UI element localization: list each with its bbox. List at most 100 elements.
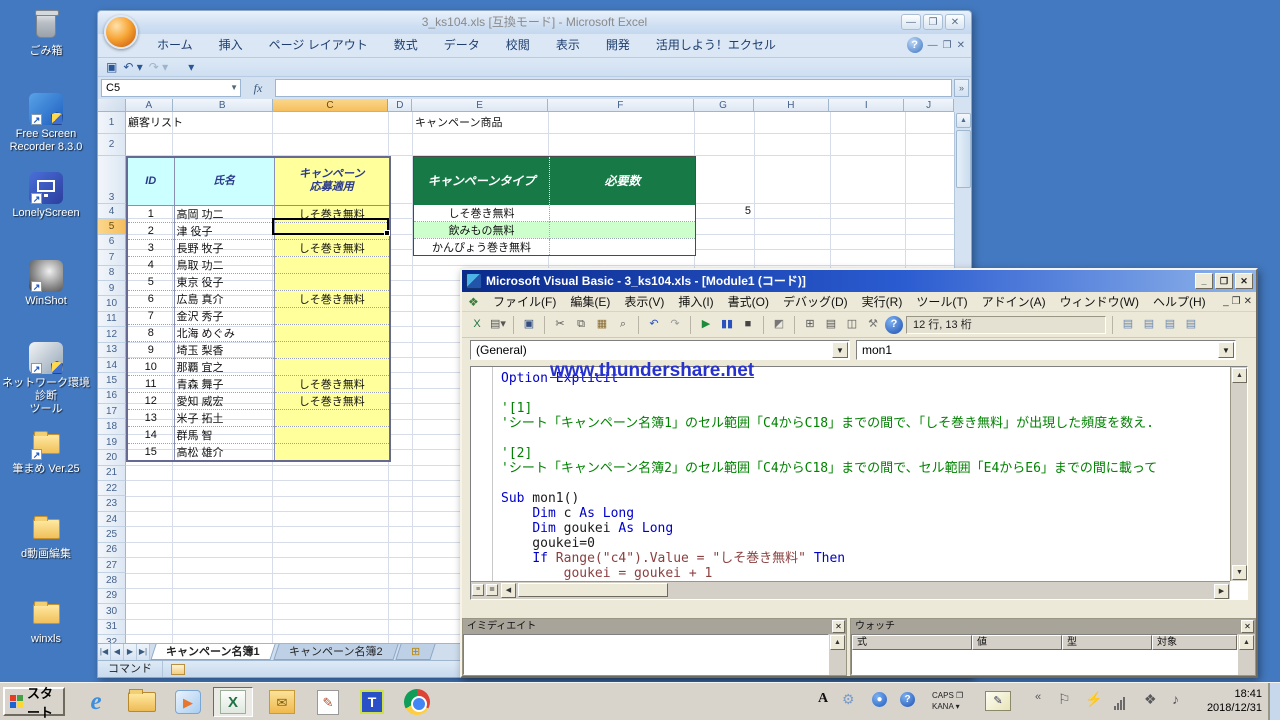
ribbon-tab-3[interactable]: ページ レイアウト bbox=[256, 34, 381, 57]
mdi-minimize-button[interactable]: _ bbox=[1223, 296, 1229, 307]
vba-menu-5[interactable]: 書式(O) bbox=[721, 295, 776, 309]
customer-cell[interactable]: 1 bbox=[127, 205, 174, 222]
immediate-body[interactable] bbox=[463, 634, 829, 675]
watch-column-3[interactable]: 型 bbox=[1062, 635, 1152, 650]
sheet-nav-icon-1[interactable]: |◀ bbox=[98, 644, 111, 660]
show-desktop-button[interactable] bbox=[1268, 683, 1280, 720]
customer-row[interactable]: 10那覇 宜之 bbox=[127, 358, 390, 375]
vba-menu-8[interactable]: ツール(T) bbox=[909, 295, 974, 309]
procedure-view-icon[interactable]: ≡ bbox=[472, 584, 484, 596]
maximize-button[interactable]: ❐ bbox=[923, 14, 943, 30]
campaign-cell[interactable]: 飲みもの無料 bbox=[414, 221, 550, 238]
taskbar-button-windows-explorer[interactable] bbox=[122, 687, 162, 717]
properties-icon[interactable]: ▤ bbox=[822, 316, 840, 334]
procedure-dropdown[interactable]: mon1▼ bbox=[856, 340, 1236, 360]
customer-cell[interactable] bbox=[274, 341, 390, 358]
scroll-up-icon[interactable]: ▲ bbox=[956, 113, 971, 128]
customer-cell[interactable]: 津 役子 bbox=[174, 222, 274, 239]
ribbon-tab-4[interactable]: 数式 bbox=[381, 34, 431, 57]
qat-customize-icon[interactable]: ▾ bbox=[188, 60, 194, 74]
action-center-icon[interactable]: ❖ bbox=[1144, 691, 1157, 708]
campaign-cell[interactable]: かんぴょう巻き無料 bbox=[414, 238, 550, 255]
row-header-23[interactable]: 23 bbox=[98, 496, 126, 511]
customer-row[interactable]: 12愛知 威宏しそ巻き無料 bbox=[127, 392, 390, 409]
toolbox-icon[interactable]: ⚒ bbox=[864, 316, 882, 334]
scrollbar-thumb[interactable] bbox=[956, 130, 971, 188]
campaign-cell[interactable]: しそ巻き無料 bbox=[414, 205, 550, 222]
scroll-down-icon[interactable]: ▼ bbox=[1232, 565, 1247, 580]
active-cell-c5[interactable] bbox=[272, 218, 389, 235]
customer-cell[interactable]: 埼玉 梨香 bbox=[174, 341, 274, 358]
row-header-7[interactable]: 7 bbox=[98, 250, 126, 265]
workbook-close-button[interactable]: ✕ bbox=[957, 40, 965, 51]
customer-cell[interactable]: 鳥取 功二 bbox=[174, 256, 274, 273]
row-header-20[interactable]: 20 bbox=[98, 450, 126, 465]
sheet-tab[interactable]: キャンペーン名簿1 bbox=[150, 644, 275, 660]
customer-cell[interactable] bbox=[274, 273, 390, 290]
customer-cell[interactable]: しそ巻き無料 bbox=[274, 392, 390, 409]
vba-menu-10[interactable]: ウィンドウ(W) bbox=[1053, 295, 1146, 309]
macro-record-icon[interactable] bbox=[171, 664, 185, 675]
power-icon[interactable]: ⚡ bbox=[1085, 691, 1102, 708]
campaign-cell[interactable] bbox=[550, 238, 696, 255]
row-header-4[interactable]: 4 bbox=[98, 204, 126, 219]
mdi-close-button[interactable]: ✕ bbox=[1244, 296, 1252, 307]
workbook-minimize-button[interactable]: — bbox=[928, 40, 938, 51]
workbook-restore-button[interactable]: ❐ bbox=[943, 40, 952, 51]
customer-cell[interactable]: 東京 役子 bbox=[174, 273, 274, 290]
row-header-15[interactable]: 15 bbox=[98, 373, 126, 388]
row-header-16[interactable]: 16 bbox=[98, 389, 126, 404]
column-header-I[interactable]: I bbox=[829, 99, 904, 112]
undo-icon[interactable]: ↶ bbox=[645, 316, 663, 334]
break-icon[interactable]: ▮▮ bbox=[718, 316, 736, 334]
column-header-J[interactable]: J bbox=[904, 99, 954, 112]
help-icon[interactable]: ? bbox=[907, 37, 923, 53]
customer-cell[interactable]: 長野 牧子 bbox=[174, 239, 274, 256]
flag-icon[interactable]: ⚐ bbox=[1058, 691, 1071, 708]
indent-icon[interactable]: ▤ bbox=[1161, 316, 1179, 334]
ime-pad-icon[interactable]: ✎ bbox=[985, 691, 1011, 711]
ime-letter-icon[interactable]: A bbox=[818, 691, 828, 707]
desktop-icon-fudemame[interactable]: ↗筆まめ Ver.25 bbox=[0, 428, 92, 476]
vba-titlebar[interactable]: Microsoft Visual Basic - 3_ks104.xls - [… bbox=[462, 270, 1256, 292]
project-explorer-icon[interactable]: ⊞ bbox=[801, 316, 819, 334]
paste-icon[interactable]: ▦ bbox=[593, 316, 611, 334]
row-header-29[interactable]: 29 bbox=[98, 589, 126, 604]
customer-row[interactable]: 11青森 舞子しそ巻き無料 bbox=[127, 375, 390, 392]
desktop-icon-lonelyscreen[interactable]: ↗LonelyScreen bbox=[0, 172, 92, 220]
scroll-right-icon[interactable]: ▶ bbox=[1214, 584, 1229, 599]
vba-menu-7[interactable]: 実行(R) bbox=[855, 295, 910, 309]
watch-column-1[interactable]: 式 bbox=[852, 635, 972, 650]
row-header-32[interactable]: 32 bbox=[98, 635, 126, 643]
excel-icon[interactable]: X bbox=[468, 316, 486, 334]
full-module-view-icon[interactable]: ≣ bbox=[486, 584, 498, 596]
cut-icon[interactable]: ✂ bbox=[551, 316, 569, 334]
row-header-9[interactable]: 9 bbox=[98, 281, 126, 296]
row-header-3[interactable]: 3 bbox=[98, 156, 126, 204]
design-mode-icon[interactable]: ◩ bbox=[770, 316, 788, 334]
tray-expand-icon[interactable]: « bbox=[1035, 691, 1041, 703]
customer-cell[interactable]: 群馬 智 bbox=[174, 426, 274, 443]
customer-cell[interactable]: 高岡 功二 bbox=[174, 205, 274, 222]
row-header-19[interactable]: 19 bbox=[98, 435, 126, 450]
find-icon[interactable]: ⌕ bbox=[614, 316, 632, 334]
copy-icon[interactable]: ⧉ bbox=[572, 316, 590, 334]
close-icon[interactable]: ✕ bbox=[1241, 620, 1254, 633]
customer-row[interactable]: 13米子 拓土 bbox=[127, 409, 390, 426]
code-line[interactable]: If Range("c4").Value = "しそ巻き無料" Then bbox=[501, 551, 1229, 566]
toggle-bookmark-icon[interactable]: ▤ bbox=[1119, 316, 1137, 334]
vba-menu-9[interactable]: アドイン(A) bbox=[975, 295, 1053, 309]
close-icon[interactable]: ✕ bbox=[832, 620, 845, 633]
watch-body[interactable]: 式値型対象 bbox=[851, 634, 1238, 675]
sheet-tab[interactable]: キャンペーン名簿2 bbox=[273, 644, 398, 660]
taskbar-button-terapad[interactable]: T bbox=[352, 687, 392, 717]
customer-cell[interactable]: 広島 真介 bbox=[174, 290, 274, 307]
customer-row[interactable]: 3長野 牧子しそ巻き無料 bbox=[127, 239, 390, 256]
row-header-5[interactable]: 5 bbox=[98, 219, 126, 234]
customer-cell[interactable]: 高松 雄介 bbox=[174, 443, 274, 461]
code-line[interactable]: '[2] bbox=[501, 446, 1229, 461]
desktop-icon-winshot[interactable]: ↗WinShot bbox=[0, 260, 92, 308]
close-button[interactable]: ✕ bbox=[945, 14, 965, 30]
sheet-nav-icon-2[interactable]: ◀ bbox=[111, 644, 124, 660]
customer-cell[interactable] bbox=[274, 358, 390, 375]
